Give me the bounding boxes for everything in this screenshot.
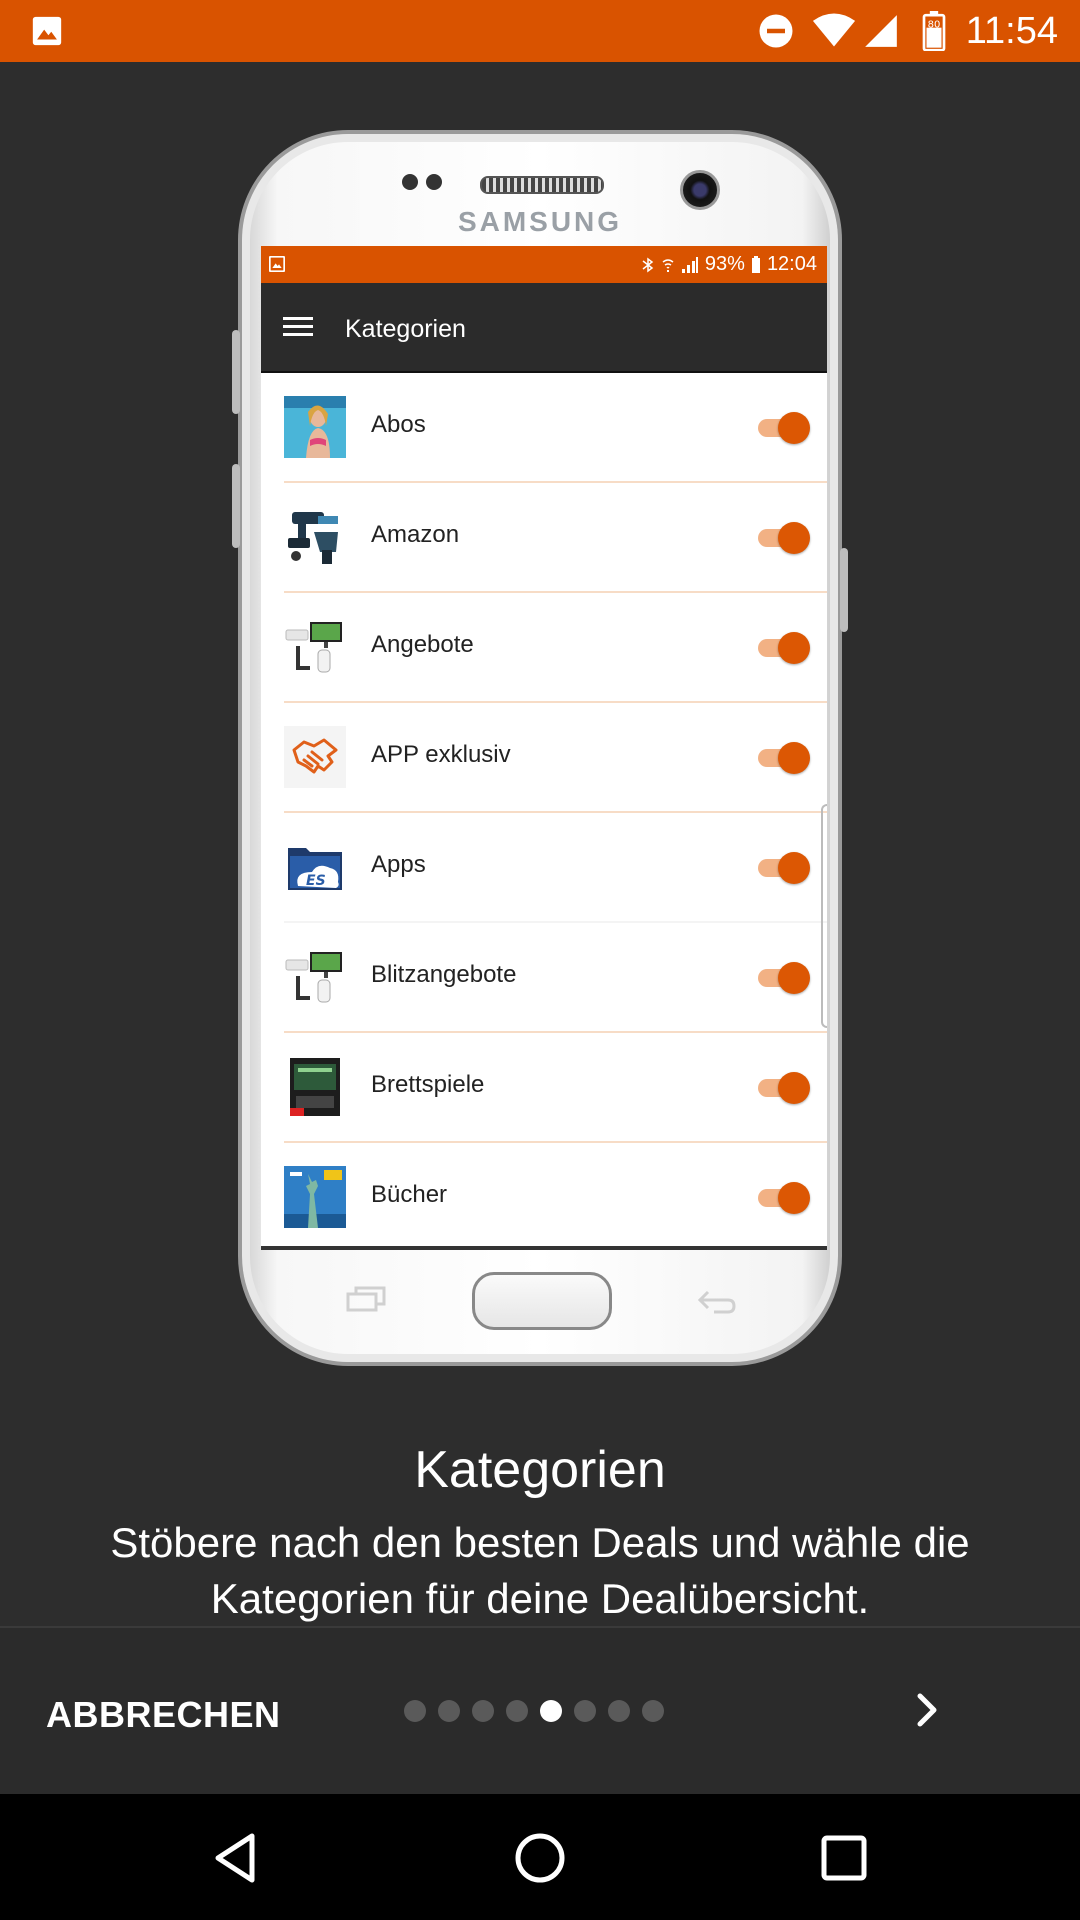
recents-icon[interactable] xyxy=(814,1828,874,1888)
chevron-right-icon[interactable] xyxy=(906,1688,950,1732)
phone-illustration: SAMSUNG 93% 12:04 Kategorien Abos Amazon… xyxy=(232,130,848,1366)
category-row: Bücher xyxy=(284,1143,827,1250)
tools-thumb-icon xyxy=(284,506,346,568)
scrollbar[interactable] xyxy=(821,804,827,1028)
category-label: Apps xyxy=(371,851,426,878)
phone-home-button xyxy=(472,1272,612,1330)
back-soft-key-icon xyxy=(697,1290,736,1314)
devices-thumb-icon xyxy=(284,946,346,1008)
onboarding-title: Kategorien xyxy=(414,1441,666,1499)
category-row: Blitzangebote xyxy=(284,923,827,1033)
category-row: Abos xyxy=(284,373,827,483)
statue-of-liberty-thumb-icon xyxy=(284,1166,346,1228)
wifi-icon xyxy=(662,258,674,272)
inner-app-bar: Kategorien xyxy=(261,283,827,373)
category-label: Brettspiele xyxy=(371,1071,485,1098)
bluetooth-icon xyxy=(642,257,654,272)
es-file-explorer-thumb-icon: ES xyxy=(284,836,346,898)
inner-app-bar-title: Kategorien xyxy=(345,315,466,343)
category-row: Angebote xyxy=(284,593,827,703)
category-toggle[interactable] xyxy=(754,1181,810,1214)
category-row: Amazon xyxy=(284,483,827,593)
screen-divider xyxy=(261,1246,827,1250)
inner-battery-text: 93% xyxy=(704,253,745,275)
handshake-thumb-icon xyxy=(284,726,346,788)
phone-screen: 93% 12:04 Kategorien Abos Amazon Angebot… xyxy=(261,246,827,1250)
signal-icon xyxy=(681,256,698,273)
category-label: Blitzangebote xyxy=(371,961,517,988)
category-row: APP exklusiv xyxy=(284,703,827,813)
devices-thumb-icon xyxy=(284,616,346,678)
category-toggle[interactable] xyxy=(754,851,810,884)
magazine-thumb-icon xyxy=(284,396,346,458)
system-navigation-bar xyxy=(0,1794,1080,1920)
category-toggle[interactable] xyxy=(754,741,810,774)
menu-icon xyxy=(283,317,313,336)
phone-sensor xyxy=(426,174,442,190)
page-dot[interactable] xyxy=(642,1700,664,1722)
home-icon[interactable] xyxy=(510,1828,570,1888)
phone-sensor xyxy=(402,174,418,190)
phone-side-button xyxy=(232,464,240,548)
do-not-disturb-icon xyxy=(759,14,793,48)
inner-status-bar: 93% 12:04 xyxy=(261,246,827,283)
category-label: Amazon xyxy=(371,521,460,548)
battery-icon: 80 xyxy=(922,11,946,51)
page-dot-active[interactable] xyxy=(540,1700,562,1722)
category-label: Abos xyxy=(371,411,426,438)
back-icon[interactable] xyxy=(206,1828,266,1888)
phone-side-button xyxy=(840,548,848,632)
phone-brand: SAMSUNG xyxy=(457,206,623,237)
category-toggle[interactable] xyxy=(754,1071,810,1104)
inner-time: 12:04 xyxy=(766,253,817,275)
phone-camera xyxy=(680,170,720,210)
category-toggle[interactable] xyxy=(754,631,810,664)
category-toggle[interactable] xyxy=(754,521,810,554)
category-label: Angebote xyxy=(371,631,474,658)
page-dot[interactable] xyxy=(404,1700,426,1722)
svg-text:80: 80 xyxy=(928,20,941,31)
status-time: 11:54 xyxy=(965,10,1058,52)
battery-icon xyxy=(751,255,760,273)
category-row: Brettspiele xyxy=(284,1033,827,1143)
boardgame-thumb-icon xyxy=(284,1056,346,1118)
signal-icon xyxy=(865,15,897,47)
onboarding-controls: ABBRECHEN xyxy=(0,1626,1080,1794)
recents-soft-key-icon xyxy=(346,1286,386,1312)
gallery-icon xyxy=(32,16,62,46)
onboarding-description: Stöbere nach den besten Deals und wähle … xyxy=(110,1519,970,1622)
category-list: Abos Amazon Angebote APP exklusiv ES App… xyxy=(261,373,827,1250)
category-label: Bücher xyxy=(371,1181,448,1208)
phone-side-button xyxy=(232,330,240,414)
gallery-icon xyxy=(269,256,285,272)
category-toggle[interactable] xyxy=(754,411,810,444)
cancel-button[interactable]: ABBRECHEN xyxy=(46,1694,281,1736)
wifi-icon xyxy=(812,13,856,47)
category-toggle[interactable] xyxy=(754,961,810,994)
page-dot[interactable] xyxy=(608,1700,630,1722)
page-dot[interactable] xyxy=(472,1700,494,1722)
page-dot[interactable] xyxy=(438,1700,460,1722)
page-indicator xyxy=(404,1700,664,1722)
category-row: ES Apps xyxy=(284,813,827,923)
page-dot[interactable] xyxy=(506,1700,528,1722)
status-bar: 80 11:54 xyxy=(0,0,1080,62)
page-dot[interactable] xyxy=(574,1700,596,1722)
phone-speaker xyxy=(480,176,604,194)
svg-text:ES: ES xyxy=(306,873,326,889)
category-label: APP exklusiv xyxy=(371,741,511,768)
